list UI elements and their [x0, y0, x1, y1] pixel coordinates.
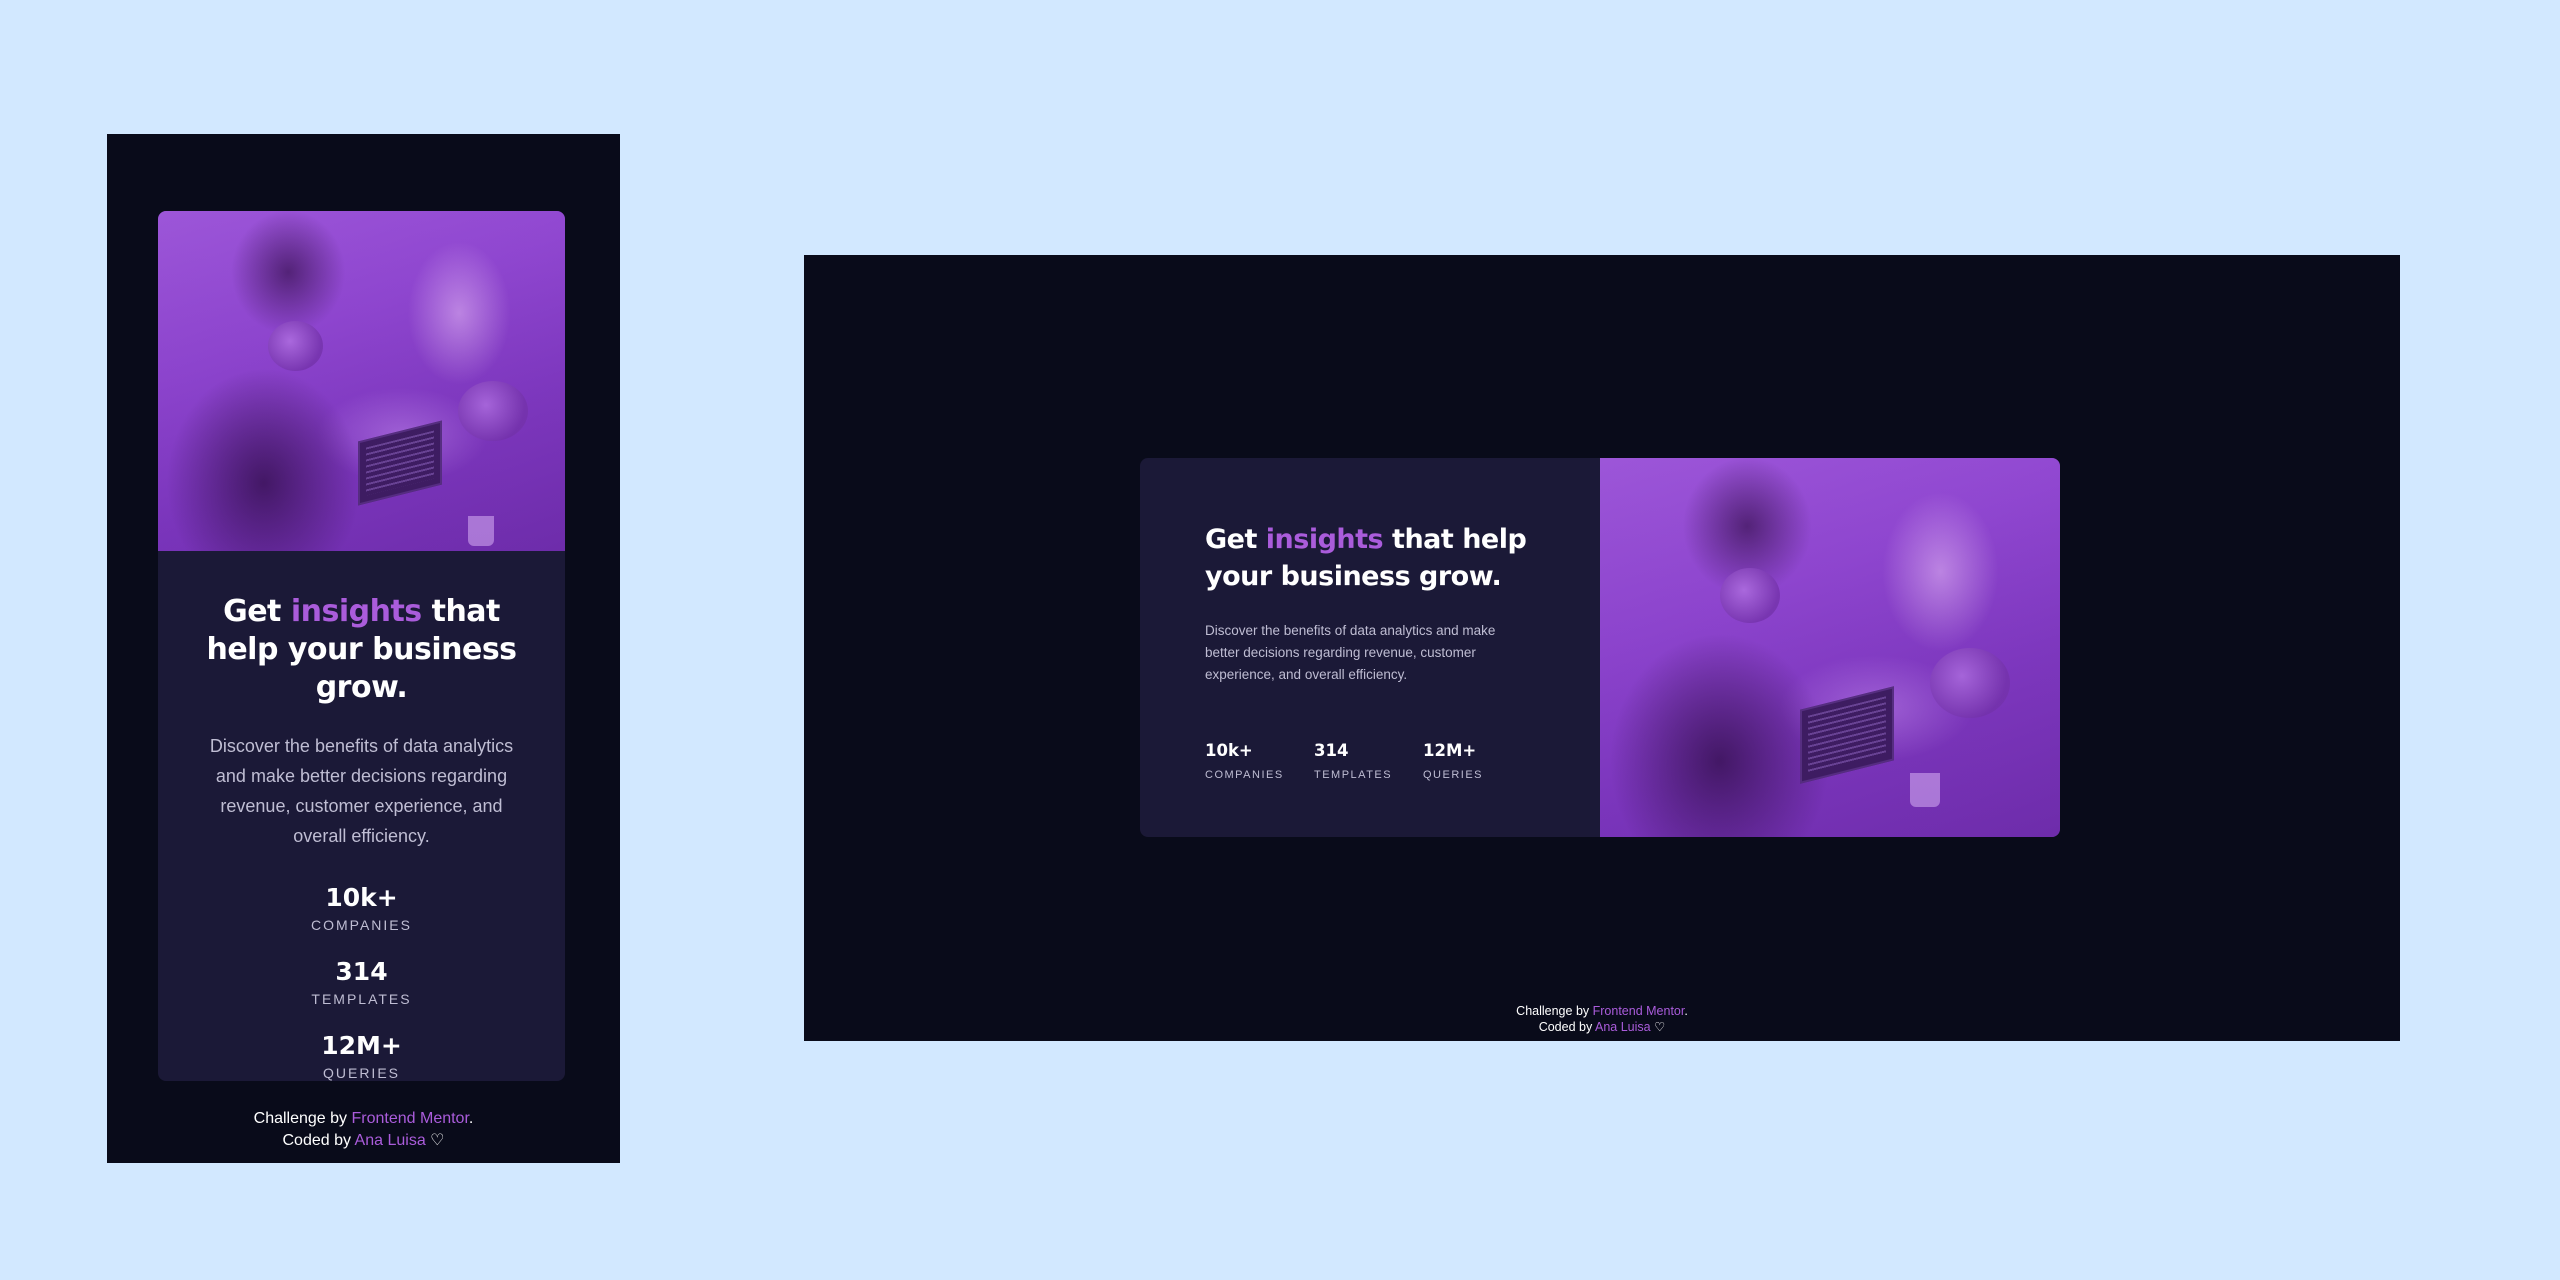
stat-companies: 10k+ COMPANIES — [158, 883, 565, 935]
page-title: Get insights that help your business gro… — [206, 594, 517, 705]
stats-list: 10k+ COMPANIES 314 TEMPLATES 12M+ QUERIE… — [158, 883, 565, 1081]
page-title: Get insights that help your business gro… — [1205, 524, 1527, 592]
stat-queries: 12M+ QUERIES — [158, 1031, 565, 1081]
plant-decoration — [268, 321, 323, 371]
stat-label: COMPANIES — [311, 917, 412, 933]
description: Discover the benefits of data analytics … — [1205, 623, 1496, 682]
headline-accent: insights — [290, 594, 422, 629]
mobile-preview: Get insights that help your business gro… — [107, 134, 620, 1163]
attribution-footer: Challenge by Frontend Mentor. Coded by A… — [1516, 1004, 1688, 1034]
stat-value: 12M+ — [321, 1031, 402, 1060]
frontend-mentor-link[interactable]: Frontend Mentor — [352, 1110, 469, 1127]
stat-label: TEMPLATES — [311, 991, 412, 1007]
laptop-graphic — [1800, 686, 1894, 784]
plant-decoration — [1930, 648, 2010, 718]
office-photo — [158, 211, 565, 551]
plant-decoration — [458, 381, 528, 441]
author-link[interactable]: Ana Luisa — [1595, 1020, 1651, 1034]
stat-value: 314 — [1314, 741, 1349, 760]
headline-accent: insights — [1265, 524, 1384, 555]
stat-companies: 10k+ COMPANIES — [1205, 741, 1314, 783]
desktop-preview: Get insights that help your business gro… — [804, 255, 2400, 1041]
office-photo — [1600, 458, 2060, 837]
heart-icon: ♡ — [1654, 1020, 1666, 1034]
description: Discover the benefits of data analytics … — [209, 736, 514, 846]
heart-icon: ♡ — [430, 1132, 445, 1149]
stat-queries: 12M+ QUERIES — [1423, 741, 1532, 783]
stat-label: QUERIES — [322, 1065, 400, 1081]
stat-value: 314 — [335, 957, 388, 986]
stat-label: COMPANIES — [1205, 769, 1284, 781]
stat-label: TEMPLATES — [1314, 769, 1393, 781]
card-content: Get insights that help your business gro… — [158, 551, 565, 1081]
card-content: Get insights that help your business gro… — [1205, 521, 1545, 783]
stat-templates: 314 TEMPLATES — [158, 957, 565, 1009]
plant-decoration — [1720, 568, 1780, 623]
author-link[interactable]: Ana Luisa — [355, 1132, 426, 1149]
frontend-mentor-link[interactable]: Frontend Mentor — [1593, 1004, 1685, 1018]
stat-value: 10k+ — [1205, 741, 1253, 760]
stats-list: 10k+ COMPANIES 314 TEMPLATES 12M+ QUERIE… — [1205, 741, 1545, 783]
stat-value: 10k+ — [325, 883, 398, 912]
stats-card: Get insights that help your business gro… — [158, 211, 565, 1081]
attribution-footer: Challenge by Frontend Mentor. Coded by A… — [253, 1110, 474, 1149]
mug-graphic — [1910, 773, 1940, 807]
mug-graphic — [468, 516, 494, 546]
stat-label: QUERIES — [1423, 769, 1484, 781]
stats-card: Get insights that help your business gro… — [1140, 458, 2060, 837]
laptop-graphic — [358, 420, 442, 506]
stat-value: 12M+ — [1423, 741, 1477, 760]
stat-templates: 314 TEMPLATES — [1314, 741, 1423, 783]
